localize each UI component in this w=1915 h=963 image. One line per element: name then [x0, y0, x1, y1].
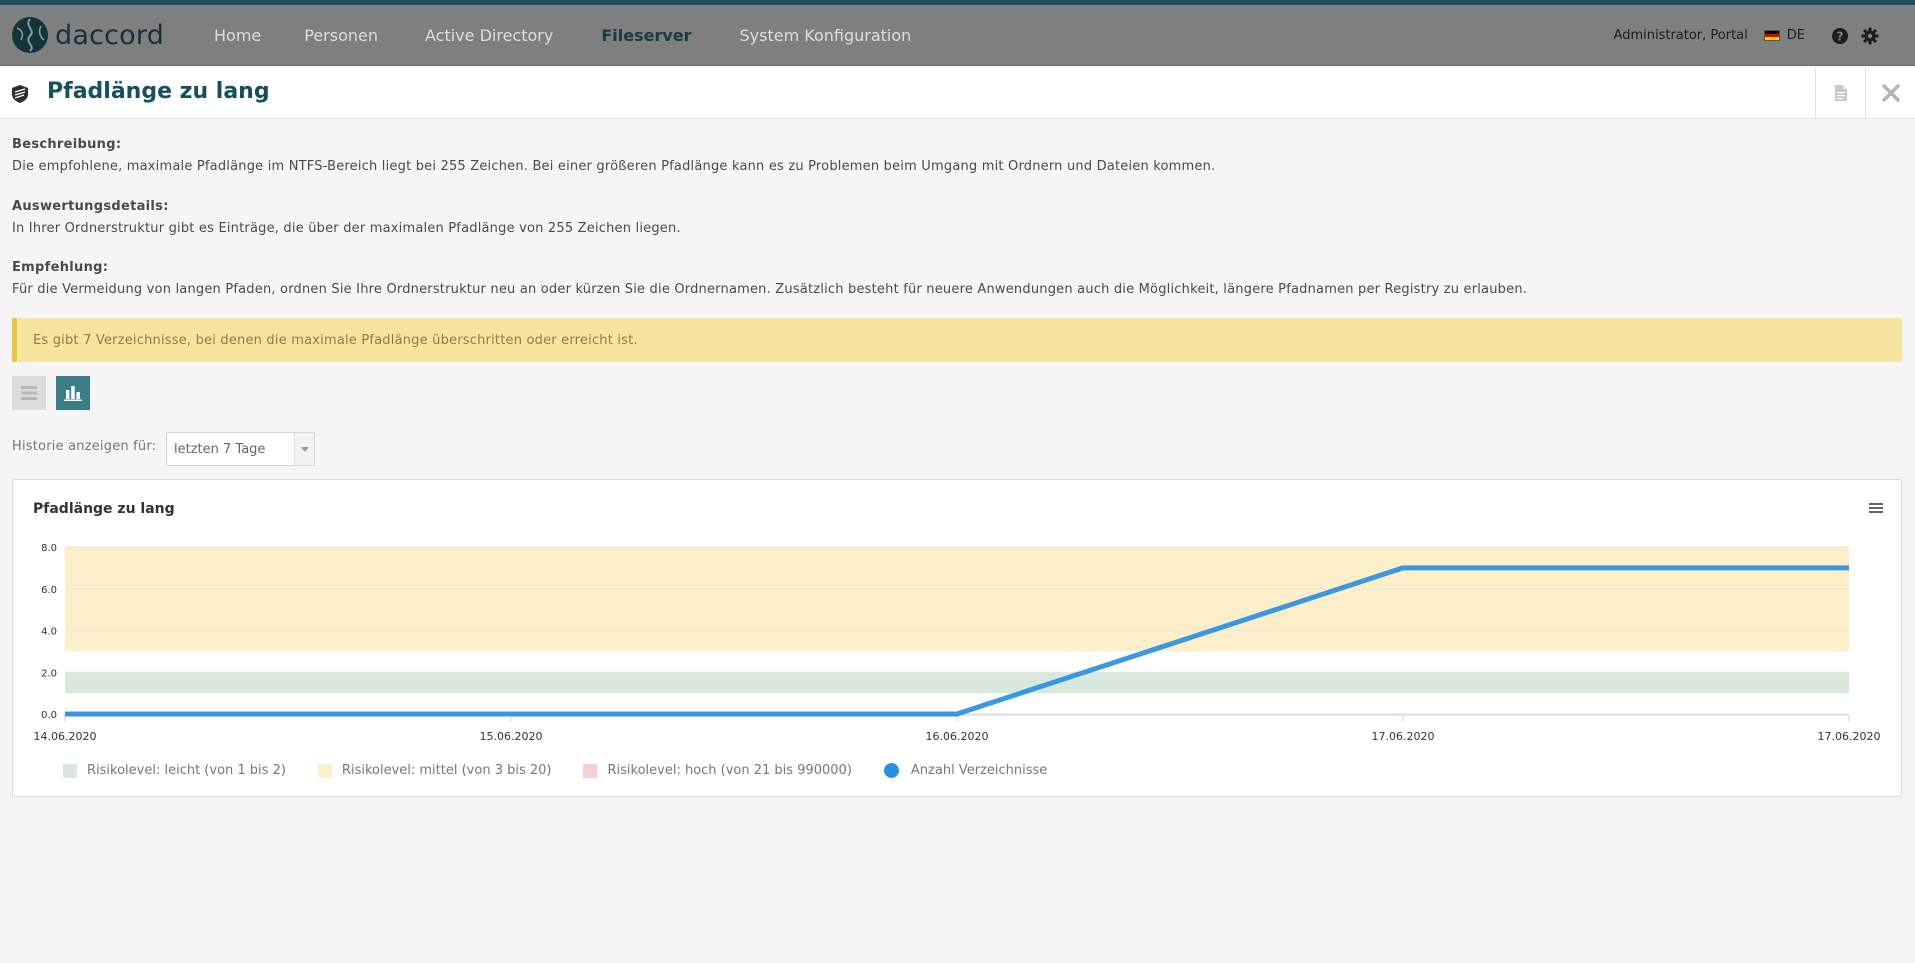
legend-label: Risikolevel: hoch (von 21 bis 990000): [607, 763, 852, 778]
legend-label: Risikolevel: mittel (von 3 bis 20): [341, 763, 552, 778]
recommendation-label: Empfehlung:: [12, 260, 109, 275]
chart-legend: Risikolevel: leicht (von 1 bis 2) Risikol…: [63, 763, 1079, 778]
details-label: Auswertungsdetails:: [12, 199, 169, 214]
line-chart: 0.0 2.0 4.0 6.0 8.0 14.06.2020 15.06.2020 16.06…: [34, 543, 1881, 743]
chart-panel: Pfadlänge zu lang 0.0 2.0 4.0 6.0 8.0 14.06.2…: [12, 479, 1902, 797]
legend-label: Risikolevel: leicht (von 1 bis 2): [87, 763, 286, 778]
bar-chart-icon: [64, 386, 82, 401]
description-label: Beschreibung:: [12, 137, 122, 152]
main-navigation: Home Personen Active Directory Fileserve…: [214, 5, 959, 66]
legend-swatch-icon: [63, 763, 77, 778]
history-label: Historie anzeigen für:: [12, 439, 157, 454]
legend-item[interactable]: Risikolevel: hoch (von 21 bis 990000): [583, 763, 852, 778]
shield-icon: [12, 85, 28, 103]
nav-item-active-directory[interactable]: Active Directory: [425, 26, 553, 45]
close-icon: [1881, 84, 1900, 102]
document-icon: [1834, 85, 1847, 101]
details-section: Auswertungsdetails: In Ihrer Ordnerstruk…: [12, 199, 681, 236]
legend-swatch-icon: [583, 763, 598, 778]
language-selector[interactable]: DE: [1787, 28, 1805, 43]
history-selected-value: letzten 7 Tage: [174, 442, 266, 457]
nav-item-system-konfiguration[interactable]: System Konfiguration: [740, 26, 912, 45]
app-logo[interactable]: daccord: [11, 15, 164, 55]
list-view-button[interactable]: [12, 376, 46, 410]
recommendation-section: Empfehlung: Für die Vermeidung von lange…: [12, 260, 1527, 297]
risk-band-1: [65, 547, 1849, 652]
risk-band-0: [65, 672, 1849, 694]
nav-item-fileserver[interactable]: Fileserver: [601, 26, 691, 45]
export-document-button[interactable]: [1815, 67, 1865, 119]
title-actions: [1815, 67, 1915, 119]
header-user-area: Administrator, Portal DE ?: [1614, 5, 1879, 66]
y-tick-label: 2.0: [41, 668, 57, 679]
x-tick-label: 14.06.2020: [34, 730, 97, 743]
legend-swatch-icon: [317, 763, 332, 778]
y-tick-label: 4.0: [41, 627, 57, 638]
help-icon[interactable]: ?: [1831, 27, 1849, 45]
description-text: Die empfohlene, maximale Pfadlänge im NT…: [12, 159, 1216, 174]
recommendation-text: Für die Vermeidung von langen Pfaden, or…: [12, 282, 1528, 297]
chevron-down-icon[interactable]: [294, 433, 314, 465]
nav-item-personen[interactable]: Personen: [304, 26, 378, 45]
list-icon: [21, 386, 37, 400]
y-tick-label: 0.0: [41, 710, 57, 721]
chart-view-button[interactable]: [56, 376, 90, 410]
warning-alert: Es gibt 7 Verzeichnisse, bei denen die m…: [12, 318, 1902, 362]
x-tick-label: 17.06.2020: [1818, 730, 1881, 743]
nav-item-home[interactable]: Home: [214, 26, 261, 45]
user-name-link[interactable]: Administrator, Portal: [1614, 28, 1748, 43]
svg-text:?: ?: [1837, 29, 1844, 43]
history-period-select[interactable]: letzten 7 Tage: [166, 432, 315, 466]
legend-item[interactable]: Risikolevel: mittel (von 3 bis 20): [317, 763, 552, 778]
legend-marker-icon: [883, 763, 899, 778]
legend-item[interactable]: Anzahl Verzeichnisse: [883, 763, 1048, 778]
close-button[interactable]: [1865, 67, 1915, 119]
german-flag-icon[interactable]: [1763, 30, 1780, 41]
x-tick-label: 17.06.2020: [1372, 730, 1435, 743]
logo-text: daccord: [55, 19, 165, 51]
description-section: Beschreibung: Die empfohlene, maximale P…: [12, 137, 1215, 174]
page-title: Pfadlänge zu lang: [47, 79, 270, 104]
daccord-logo-icon: [12, 17, 48, 53]
legend-label: Anzahl Verzeichnisse: [910, 763, 1048, 778]
x-tick-label: 16.06.2020: [926, 730, 989, 743]
gear-icon[interactable]: [1861, 27, 1879, 45]
legend-item[interactable]: Risikolevel: leicht (von 1 bis 2): [63, 763, 286, 778]
x-tick-label: 15.06.2020: [480, 730, 543, 743]
details-text: In Ihrer Ordnerstruktur gibt es Einträge…: [12, 221, 681, 236]
y-tick-label: 6.0: [41, 585, 57, 596]
top-header: daccord Home Personen Active Directory F…: [0, 5, 1915, 66]
y-tick-label: 8.0: [41, 543, 57, 554]
page-title-bar: Pfadlänge zu lang: [0, 67, 1915, 119]
